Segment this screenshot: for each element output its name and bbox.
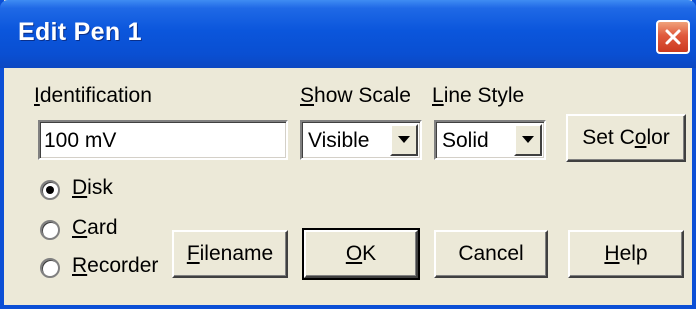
line-style-label-mnemonic: L — [432, 84, 444, 107]
close-button[interactable] — [656, 20, 690, 54]
show-scale-select[interactable]: Visible — [300, 120, 422, 160]
window-title: Edit Pen 1 — [18, 18, 142, 46]
ok-label-rest: K — [362, 242, 377, 265]
help-button[interactable]: Help — [568, 230, 684, 278]
identification-label: Identification — [34, 84, 152, 108]
help-label-mnemonic: H — [604, 242, 620, 265]
filename-label-mnemonic: F — [186, 242, 200, 265]
set-color-label-mnemonic: o — [634, 126, 647, 149]
edit-pen-dialog: Edit Pen 1 Identification Show Scale Lin… — [0, 0, 696, 309]
radio-disk-rest: isk — [87, 176, 113, 199]
radio-selected-dot — [46, 186, 54, 194]
radio-recorder-label[interactable]: Recorder — [72, 254, 158, 278]
show-scale-dropdown-button[interactable] — [390, 124, 418, 156]
close-icon — [665, 29, 681, 45]
line-style-dropdown-button[interactable] — [514, 124, 542, 156]
set-color-label-a: Set C — [582, 126, 635, 149]
show-scale-value: Visible — [308, 129, 370, 152]
line-style-value: Solid — [442, 129, 489, 152]
radio-disk[interactable] — [40, 180, 60, 200]
radio-card-rest: ard — [87, 216, 118, 239]
set-color-button[interactable]: Set Co lor — [566, 114, 686, 162]
line-style-select[interactable]: Solid — [434, 120, 546, 160]
title-bar[interactable]: Edit Pen 1 — [0, 0, 696, 68]
set-color-label-b: lor — [646, 126, 670, 149]
help-label-rest: elp — [619, 242, 648, 265]
identification-input[interactable]: 100 mV — [38, 120, 288, 160]
cancel-button[interactable]: Cancel — [434, 230, 548, 278]
radio-recorder-rest: ecorder — [87, 254, 159, 277]
show-scale-label: Show Scale — [300, 84, 411, 108]
line-style-label: Line Style — [432, 84, 524, 108]
identification-label-rest: dentification — [39, 84, 152, 107]
ok-button[interactable]: OK — [302, 228, 420, 280]
radio-card-label[interactable]: Card — [72, 216, 118, 240]
line-style-label-rest: ine Style — [443, 84, 525, 107]
chevron-down-icon — [522, 136, 534, 143]
radio-recorder-mnemonic: R — [72, 254, 88, 277]
filename-button[interactable]: Filename — [172, 230, 288, 278]
radio-card[interactable] — [40, 220, 60, 240]
radio-recorder[interactable] — [40, 258, 60, 278]
chevron-down-icon — [398, 136, 410, 143]
radio-card-mnemonic: C — [72, 216, 88, 239]
show-scale-label-rest: how Scale — [314, 84, 411, 107]
radio-disk-mnemonic: D — [72, 176, 88, 199]
ok-label-mnemonic: O — [345, 242, 363, 265]
filename-label-rest: ilename — [199, 242, 274, 265]
show-scale-label-mnemonic: S — [300, 84, 315, 107]
radio-disk-label[interactable]: Disk — [72, 176, 113, 200]
